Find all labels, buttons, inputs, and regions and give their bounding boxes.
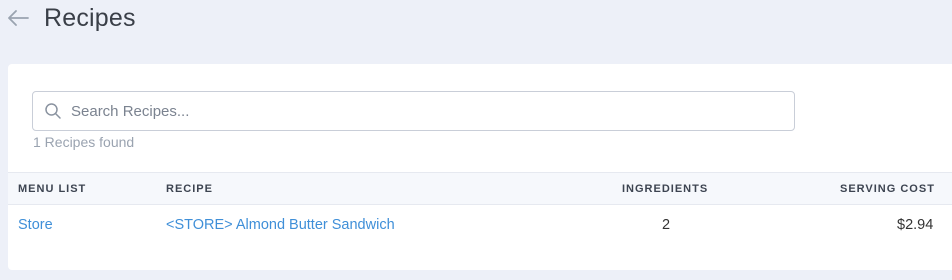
page-header: Recipes: [0, 0, 952, 40]
table-row[interactable]: Store <STORE> Almond Butter Sandwich 2 $…: [8, 205, 952, 245]
recipes-table: MENU LIST RECIPE INGREDIENTS SERVING COS…: [8, 172, 952, 245]
column-header-serving-cost[interactable]: SERVING COST: [840, 183, 935, 195]
recipes-card: 1 Recipes found MENU LIST RECIPE INGREDI…: [8, 64, 952, 270]
search-field[interactable]: [32, 91, 795, 131]
search-input[interactable]: [71, 92, 786, 130]
back-button[interactable]: [6, 6, 30, 30]
column-header-menu-list[interactable]: MENU LIST: [18, 183, 86, 195]
arrow-left-icon: [8, 10, 29, 26]
table-body: Store <STORE> Almond Butter Sandwich 2 $…: [8, 205, 952, 245]
search-icon: [45, 103, 61, 119]
column-header-recipe[interactable]: RECIPE: [166, 183, 213, 195]
ingredients-count: 2: [662, 217, 671, 233]
result-count: 1 Recipes found: [33, 134, 135, 150]
menu-list-link[interactable]: Store: [18, 217, 53, 233]
column-header-ingredients[interactable]: INGREDIENTS: [622, 183, 708, 195]
serving-cost-value: $2.94: [897, 217, 934, 233]
recipe-link[interactable]: <STORE> Almond Butter Sandwich: [166, 217, 395, 233]
table-header: MENU LIST RECIPE INGREDIENTS SERVING COS…: [8, 172, 952, 205]
page-title: Recipes: [44, 4, 136, 32]
